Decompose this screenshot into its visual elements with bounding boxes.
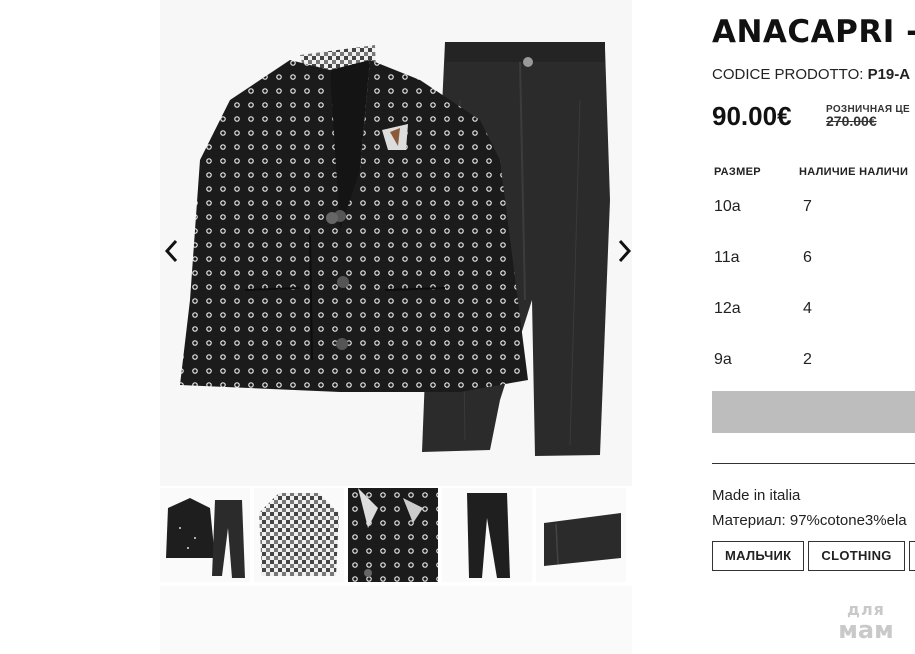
product-info: ANACAPRI - A CODICE PRODOTTO: P19-A 90.0… bbox=[712, 0, 915, 654]
tag-list: МАЛЬЧИК CLOTHING bbox=[712, 541, 915, 571]
qty-value: 4 bbox=[803, 300, 812, 317]
thumbnail-jacket-detail[interactable] bbox=[348, 488, 438, 582]
watermark-bottom: мам bbox=[838, 616, 894, 644]
size-column-header: РАЗМЕР bbox=[714, 166, 761, 178]
main-product-photo[interactable] bbox=[160, 0, 632, 486]
divider bbox=[712, 463, 915, 464]
size-row[interactable]: 11a 6 bbox=[714, 249, 915, 289]
thumbnail-suit-full[interactable] bbox=[160, 488, 250, 582]
add-to-cart-button[interactable] bbox=[712, 391, 915, 433]
qty-value: 6 bbox=[803, 249, 812, 266]
thumbnail-shirt[interactable] bbox=[254, 488, 344, 582]
thumbnail-trouser-hem[interactable] bbox=[536, 488, 626, 582]
thumbnail-trousers[interactable] bbox=[442, 488, 532, 582]
old-price: 270.00€ bbox=[826, 113, 877, 129]
product-title: ANACAPRI - A bbox=[712, 14, 915, 50]
made-in-text: Made in italia bbox=[712, 487, 801, 504]
qty-value: 7 bbox=[803, 198, 812, 215]
availability-column-header: НАЛИЧИЕ НАЛИЧИ bbox=[799, 166, 909, 178]
tag-boy[interactable]: МАЛЬЧИК bbox=[712, 541, 805, 571]
size-row[interactable]: 9a 2 bbox=[714, 351, 915, 391]
next-photo-arrow-icon[interactable] bbox=[612, 236, 638, 266]
thumbnail-strip bbox=[160, 488, 632, 584]
tag-more[interactable] bbox=[908, 541, 915, 571]
product-code: CODICE PRODOTTO: P19-A bbox=[712, 66, 910, 83]
product-gallery bbox=[160, 0, 632, 654]
size-row[interactable]: 10a 7 bbox=[714, 198, 915, 238]
size-value: 9a bbox=[714, 351, 732, 368]
product-code-label: CODICE PRODOTTO: bbox=[712, 66, 864, 83]
watermark-logo: для мам bbox=[828, 602, 904, 644]
product-code-value: P19-A bbox=[867, 66, 911, 83]
size-value: 12a bbox=[714, 300, 741, 317]
current-price: 90.00€ bbox=[712, 101, 792, 131]
gallery-footer bbox=[160, 586, 632, 654]
size-value: 11a bbox=[714, 249, 740, 266]
tag-clothing[interactable]: CLOTHING bbox=[808, 541, 905, 571]
size-row[interactable]: 12a 4 bbox=[714, 300, 915, 340]
prev-photo-arrow-icon[interactable] bbox=[160, 236, 186, 266]
size-value: 10a bbox=[714, 198, 741, 215]
material-text: Материал: 97%cotone3%ela bbox=[712, 512, 907, 529]
qty-value: 2 bbox=[803, 351, 812, 368]
